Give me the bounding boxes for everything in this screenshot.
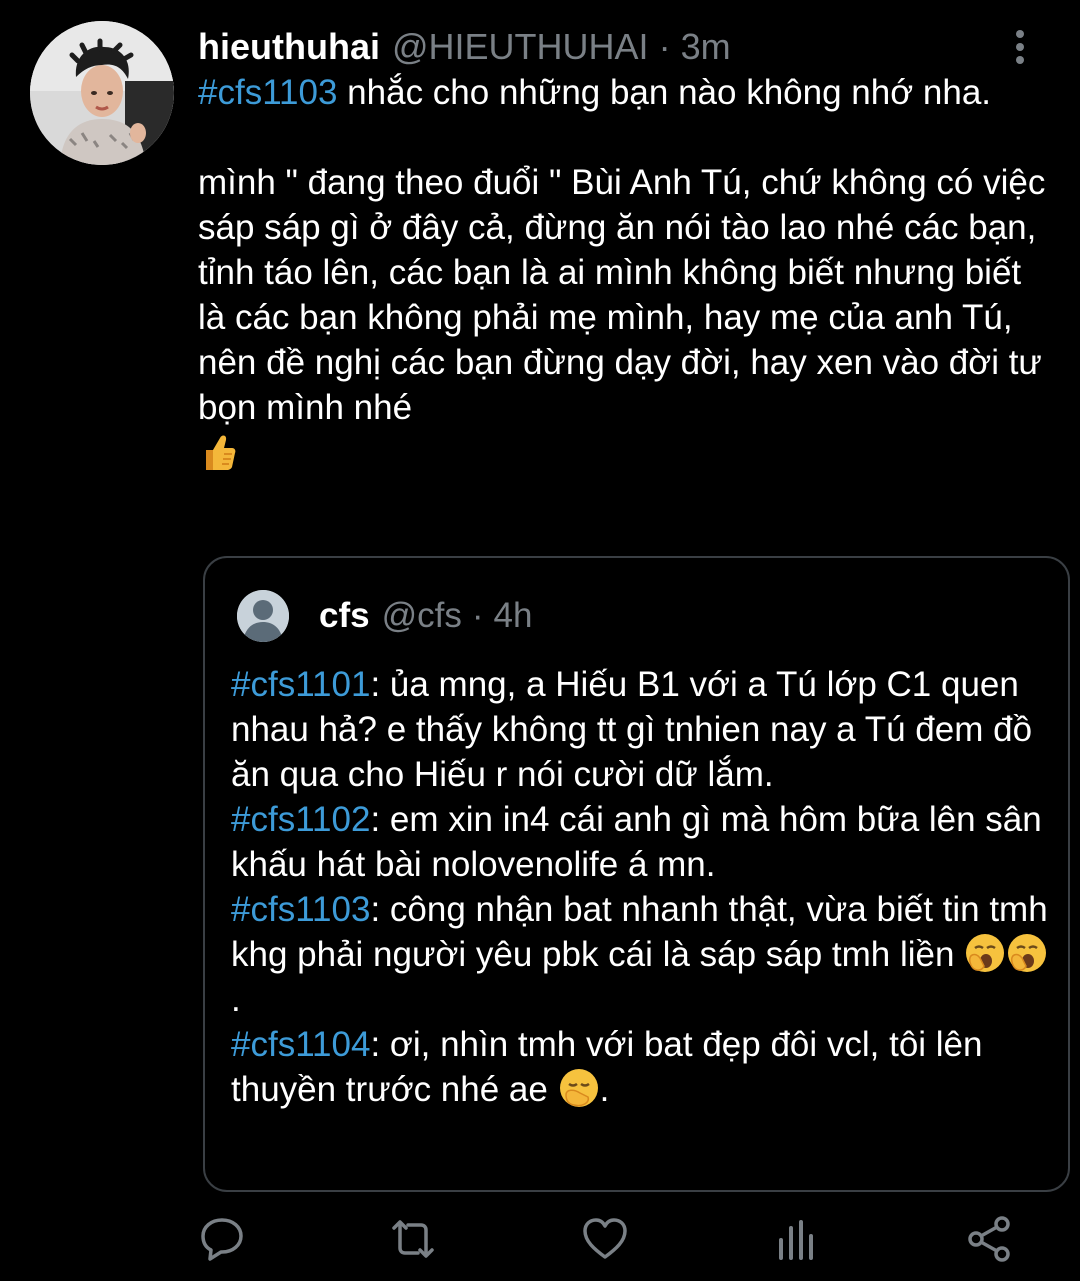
confession-entry: #cfs1104: ơi, nhìn tmh với bat đẹp đôi v… (231, 1022, 1051, 1112)
tweet-timestamp[interactable]: 3m (681, 22, 731, 72)
confession-entry: #cfs1101: ủa mng, a Hiếu B1 với a Tú lớp… (231, 662, 1051, 797)
confession-tail: . (599, 1070, 610, 1109)
quoted-tweet-header: cfs @cfs · 4h (319, 593, 532, 639)
quoted-author-avatar[interactable] (237, 590, 289, 642)
author-handle[interactable]: @HIEUTHUHAI (392, 22, 649, 72)
share-icon[interactable] (964, 1214, 1014, 1264)
confession-entry: #cfs1102: em xin in4 cái anh gì mà hôm b… (231, 797, 1051, 887)
tweet-paragraph-2-text: mình " đang theo đuổi " Bùi Anh Tú, chứ … (198, 163, 1046, 427)
quoted-tweet-text: #cfs1101: ủa mng, a Hiếu B1 với a Tú lớp… (231, 662, 1051, 1112)
tweet-paragraph-2: mình " đang theo đuổi " Bùi Anh Tú, chứ … (198, 160, 1058, 475)
author-avatar[interactable] (30, 21, 174, 165)
quoted-tweet-card[interactable]: cfs @cfs · 4h #cfs1101: ủa mng, a Hiếu B… (203, 556, 1070, 1192)
tweet-paragraph-1: #cfs1103 nhắc cho những bạn nào không nh… (198, 70, 1058, 115)
reply-icon[interactable] (197, 1214, 247, 1264)
hashtag-link[interactable]: #cfs1102 (231, 800, 370, 839)
retweet-icon[interactable] (388, 1214, 438, 1264)
quoted-header-separator: · (471, 596, 484, 635)
hashtag-link[interactable]: #cfs1103 (231, 890, 370, 929)
quoted-author-handle[interactable]: @cfs (382, 593, 462, 639)
tweet-header: hieuthuhai @HIEUTHUHAI · 3m (198, 22, 731, 72)
quoted-author-name[interactable]: cfs (319, 593, 370, 639)
confession-tail: . (231, 980, 241, 1019)
hashtag-link[interactable]: #cfs1101 (231, 665, 370, 704)
yawning-face-icon (1006, 932, 1048, 974)
yawning-face-icon (964, 932, 1006, 974)
tweet-paragraph-1-text: nhắc cho những bạn nào không nhớ nha. (337, 73, 992, 112)
analytics-icon[interactable] (771, 1214, 821, 1264)
like-icon[interactable] (580, 1214, 630, 1264)
hashtag-link[interactable]: #cfs1104 (231, 1025, 370, 1064)
more-options-icon[interactable] (1008, 28, 1032, 68)
tweet-text: #cfs1103 nhắc cho những bạn nào không nh… (198, 70, 1058, 475)
author-display-name[interactable]: hieuthuhai (198, 22, 380, 72)
thumbs-up-icon (198, 430, 238, 475)
quoted-tweet-timestamp: 4h (493, 596, 533, 635)
confession-entry: #cfs1103: công nhận bat nhanh thật, vừa … (231, 887, 1051, 1022)
header-separator: · (658, 26, 671, 67)
tweet-action-bar (0, 1214, 1080, 1274)
face-with-hand-over-mouth-icon (558, 1067, 600, 1109)
hashtag-link[interactable]: #cfs1103 (198, 73, 337, 112)
